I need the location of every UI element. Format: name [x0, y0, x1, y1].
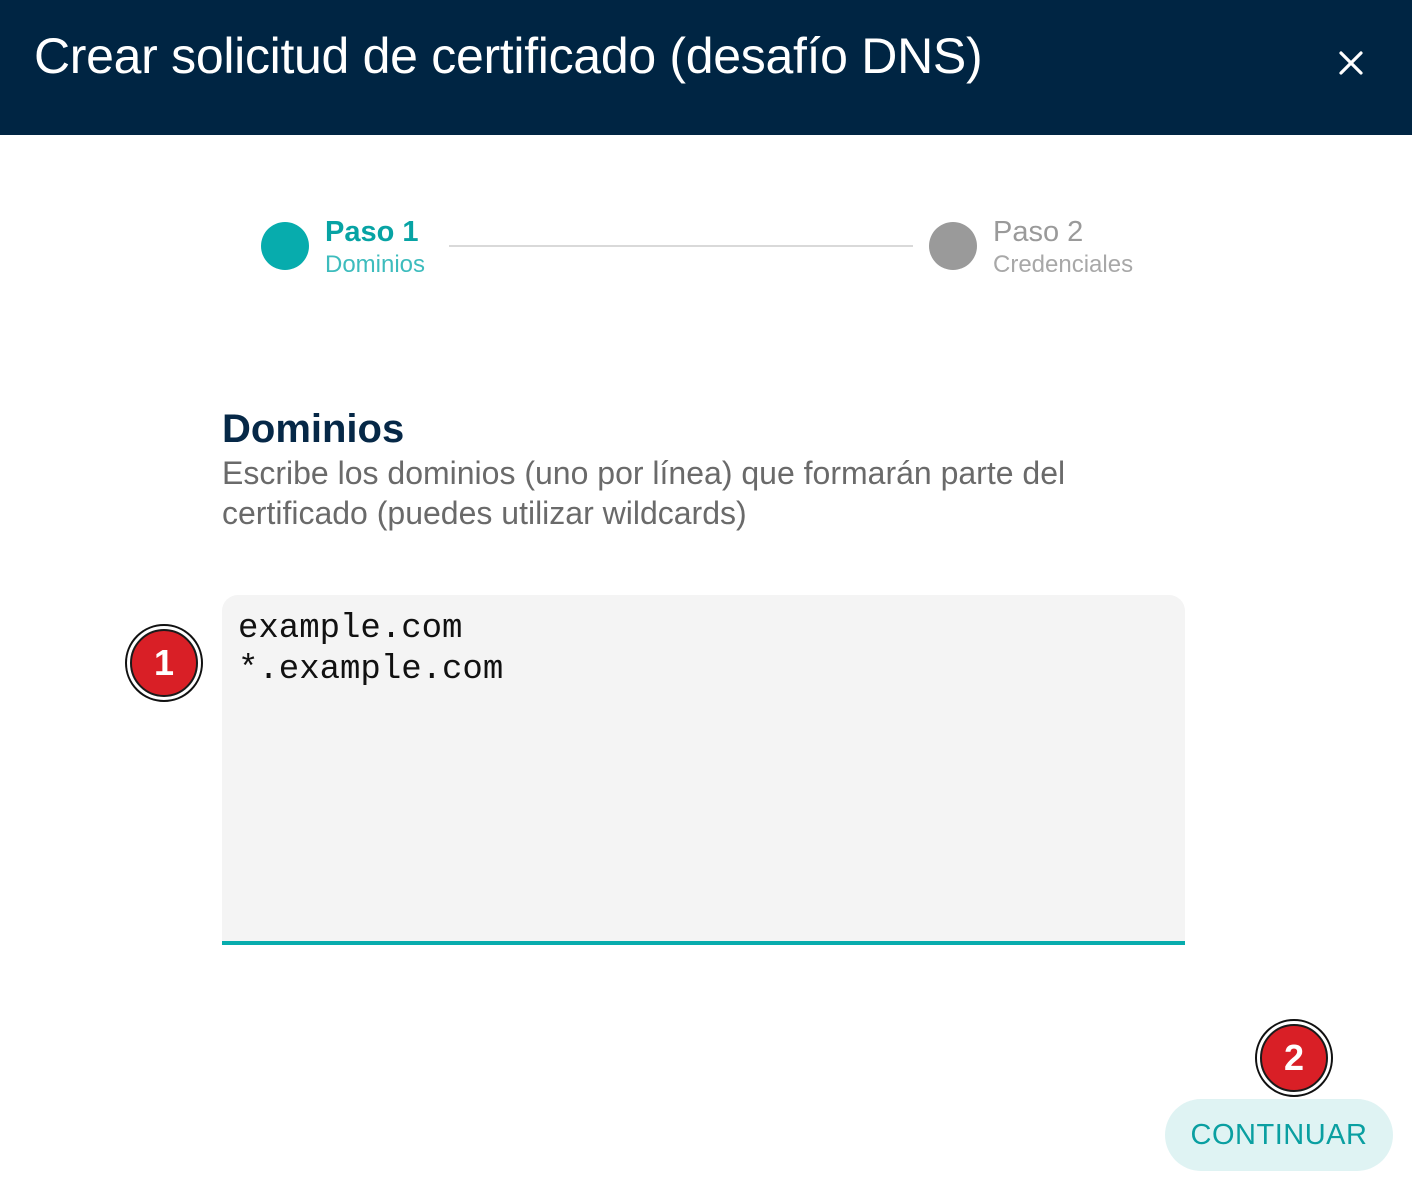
step-2-indicator — [929, 222, 977, 270]
step-1-title: Paso 1 — [325, 216, 419, 248]
domains-textarea[interactable] — [222, 595, 1185, 941]
certificate-request-dialog: Crear solicitud de certificado (desafío … — [0, 0, 1412, 1190]
dialog-header: Crear solicitud de certificado (desafío … — [0, 0, 1412, 135]
continue-button[interactable]: CONTINUAR — [1165, 1099, 1393, 1171]
close-button[interactable] — [1328, 40, 1374, 86]
step-connector — [449, 245, 913, 247]
step-1-subtitle: Dominios — [325, 251, 426, 278]
annotation-marker-1: 1 — [125, 624, 203, 702]
step-1-indicator — [261, 222, 309, 270]
close-icon — [1339, 51, 1363, 75]
step-2-title: Paso 2 — [993, 216, 1084, 248]
dialog-title: Crear solicitud de certificado (desafío … — [34, 28, 983, 84]
domains-heading: Dominios — [222, 407, 405, 451]
domains-field — [222, 595, 1185, 945]
domains-description: Escribe los dominios (uno por línea) que… — [222, 455, 1066, 531]
step-2-subtitle: Credenciales — [993, 251, 1134, 278]
annotation-marker-2: 2 — [1255, 1019, 1333, 1097]
annotation-marker-1-label: 1 — [130, 629, 198, 697]
annotation-marker-2-label: 2 — [1260, 1024, 1328, 1092]
